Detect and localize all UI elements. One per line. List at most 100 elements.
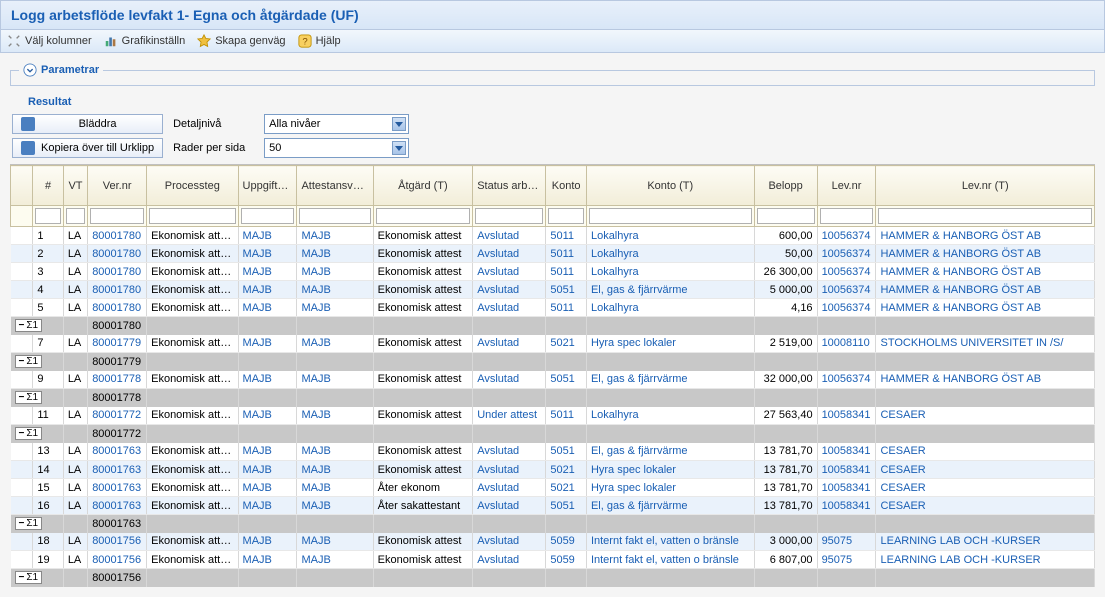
cell-link[interactable]: CESAER — [880, 500, 925, 512]
cell-link[interactable]: 80001756 — [92, 535, 141, 547]
cell-link[interactable]: 80001763 — [92, 464, 141, 476]
cell-link[interactable]: 10056374 — [822, 373, 871, 385]
cell-link[interactable]: HAMMER & HANBORG ÖST AB — [880, 302, 1041, 314]
column-header[interactable]: Lev.nr (T) — [876, 166, 1095, 206]
cell-link[interactable]: MAJB — [301, 230, 330, 242]
cell-link[interactable]: MAJB — [301, 535, 330, 547]
cell-link[interactable]: El, gas & fjärrvärme — [591, 445, 688, 457]
cell-link[interactable]: CESAER — [880, 464, 925, 476]
collapse-sum-button[interactable]: Σ1 — [15, 571, 43, 584]
cell-link[interactable]: MAJB — [301, 445, 330, 457]
cell-link[interactable]: 80001756 — [92, 554, 141, 566]
column-header[interactable]: Belopp — [754, 166, 817, 206]
cell-link[interactable]: MAJB — [301, 302, 330, 314]
collapse-sum-button[interactable]: Σ1 — [15, 355, 43, 368]
cell-link[interactable]: 5011 — [550, 248, 574, 260]
cell-link[interactable]: 5021 — [550, 464, 574, 476]
cell-link[interactable]: CESAER — [880, 409, 925, 421]
cell-link[interactable]: 5059 — [550, 535, 574, 547]
cell-link[interactable]: Avslutad — [477, 464, 519, 476]
cell-link[interactable]: Lokalhyra — [591, 302, 639, 314]
cell-link[interactable]: Avslutad — [477, 230, 519, 242]
cell-link[interactable]: MAJB — [243, 337, 272, 349]
copy-clipboard-button[interactable]: Kopiera över till Urklipp — [12, 138, 163, 158]
collapse-sum-button[interactable]: Σ1 — [15, 319, 43, 332]
cell-link[interactable]: MAJB — [243, 535, 272, 547]
cell-link[interactable]: Hyra spec lokaler — [591, 464, 676, 476]
cell-link[interactable]: STOCKHOLMS UNIVERSITET IN /S/ — [880, 337, 1063, 349]
column-header[interactable]: Ver.nr — [88, 166, 147, 206]
cell-link[interactable]: MAJB — [243, 284, 272, 296]
cell-link[interactable]: MAJB — [243, 373, 272, 385]
cell-link[interactable]: 80001772 — [92, 409, 141, 421]
column-filter-input[interactable] — [66, 208, 85, 224]
cell-link[interactable]: 10056374 — [822, 284, 871, 296]
cell-link[interactable]: 5011 — [550, 266, 574, 278]
cell-link[interactable]: HAMMER & HANBORG ÖST AB — [880, 284, 1041, 296]
column-header[interactable]: Status arbetsflöde (T) — [473, 166, 546, 206]
cell-link[interactable]: 10056374 — [822, 230, 871, 242]
cell-link[interactable]: LEARNING LAB OCH -KURSER — [880, 535, 1040, 547]
cell-link[interactable]: 5011 — [550, 230, 574, 242]
column-filter-input[interactable] — [475, 208, 543, 224]
table-row[interactable]: 13LA80001763Ekonomisk attestMAJBMAJBEkon… — [11, 443, 1095, 461]
cell-link[interactable]: Lokalhyra — [591, 230, 639, 242]
cell-link[interactable]: El, gas & fjärrvärme — [591, 500, 688, 512]
cell-link[interactable]: 80001763 — [92, 500, 141, 512]
cell-link[interactable]: 10058341 — [822, 482, 871, 494]
cell-link[interactable]: Avslutad — [477, 248, 519, 260]
column-filter-input[interactable] — [548, 208, 584, 224]
cell-link[interactable]: MAJB — [243, 482, 272, 494]
cell-link[interactable]: 5051 — [550, 284, 574, 296]
column-filter-input[interactable] — [376, 208, 471, 224]
cell-link[interactable]: MAJB — [301, 482, 330, 494]
cell-link[interactable]: 80001779 — [92, 337, 141, 349]
collapse-sum-button[interactable]: Σ1 — [15, 517, 43, 530]
column-filter-input[interactable] — [757, 208, 815, 224]
table-row[interactable]: 18LA80001756Ekonomisk attestMAJBMAJBEkon… — [11, 533, 1095, 551]
cell-link[interactable]: Lokalhyra — [591, 248, 639, 260]
choose-columns-button[interactable]: Välj kolumner — [7, 34, 92, 48]
cell-link[interactable]: 5051 — [550, 445, 574, 457]
cell-link[interactable]: 5021 — [550, 337, 574, 349]
cell-link[interactable]: MAJB — [243, 445, 272, 457]
cell-link[interactable]: 10056374 — [822, 248, 871, 260]
cell-link[interactable]: MAJB — [243, 230, 272, 242]
cell-link[interactable]: MAJB — [301, 337, 330, 349]
cell-link[interactable]: Avslutad — [477, 302, 519, 314]
cell-link[interactable]: MAJB — [243, 409, 272, 421]
cell-link[interactable]: HAMMER & HANBORG ÖST AB — [880, 266, 1041, 278]
cell-link[interactable]: Avslutad — [477, 554, 519, 566]
cell-link[interactable]: Internt fakt el, vatten o bränsle — [591, 535, 739, 547]
cell-link[interactable]: 10058341 — [822, 464, 871, 476]
cell-link[interactable]: MAJB — [301, 464, 330, 476]
column-header[interactable]: Processteg — [147, 166, 238, 206]
cell-link[interactable]: Avslutad — [477, 284, 519, 296]
column-header[interactable]: Konto — [546, 166, 587, 206]
cell-link[interactable]: Hyra spec lokaler — [591, 337, 676, 349]
column-header[interactable]: Uppgiften bearbetad av — [238, 166, 297, 206]
cell-link[interactable]: 80001780 — [92, 266, 141, 278]
cell-link[interactable]: Avslutad — [477, 535, 519, 547]
cell-link[interactable]: 5011 — [550, 302, 574, 314]
table-row[interactable]: 1LA80001780Ekonomisk attestMAJBMAJBEkono… — [11, 227, 1095, 245]
cell-link[interactable]: MAJB — [243, 248, 272, 260]
cell-link[interactable]: MAJB — [301, 373, 330, 385]
cell-link[interactable]: 95075 — [822, 535, 853, 547]
cell-link[interactable]: Avslutad — [477, 445, 519, 457]
cell-link[interactable]: Lokalhyra — [591, 409, 639, 421]
column-filter-input[interactable] — [820, 208, 874, 224]
column-filter-input[interactable] — [149, 208, 235, 224]
collapse-sum-button[interactable]: Σ1 — [15, 427, 43, 440]
table-row[interactable]: 16LA80001763Ekonomisk attestMAJBMAJBÅter… — [11, 497, 1095, 515]
column-filter-input[interactable] — [90, 208, 144, 224]
cell-link[interactable]: LEARNING LAB OCH -KURSER — [880, 554, 1040, 566]
column-header[interactable]: Attestansvarig — [297, 166, 373, 206]
table-row[interactable]: 5LA80001780Ekonomisk attestMAJBMAJBEkono… — [11, 299, 1095, 317]
cell-link[interactable]: 10058341 — [822, 500, 871, 512]
cell-link[interactable]: El, gas & fjärrvärme — [591, 373, 688, 385]
cell-link[interactable]: El, gas & fjärrvärme — [591, 284, 688, 296]
cell-link[interactable]: HAMMER & HANBORG ÖST AB — [880, 373, 1041, 385]
table-row[interactable]: 14LA80001763Ekonomisk attestMAJBMAJBEkon… — [11, 461, 1095, 479]
cell-link[interactable]: Avslutad — [477, 337, 519, 349]
